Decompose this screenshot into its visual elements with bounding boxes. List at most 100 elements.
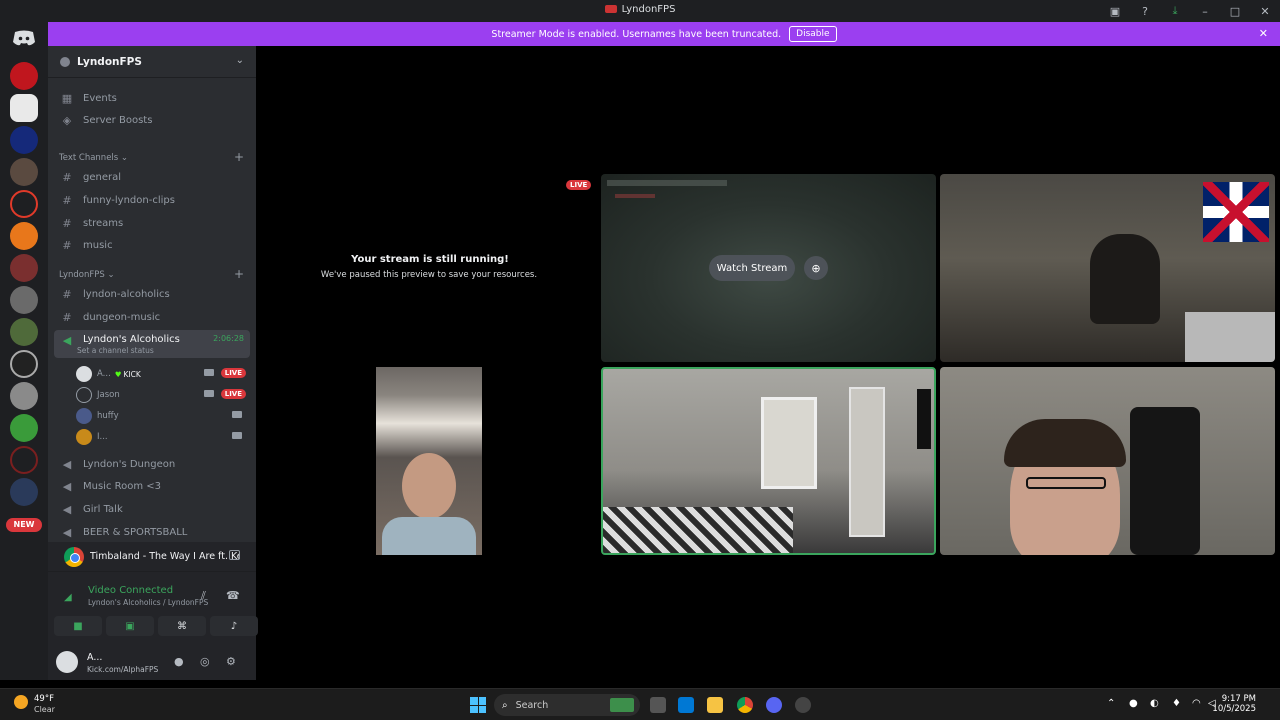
task-view-icon[interactable] (650, 697, 666, 713)
video-tile-selected[interactable] (601, 367, 936, 555)
events-item[interactable]: ▦ Events (54, 88, 250, 108)
tray-icon[interactable]: ◐ (1150, 698, 1159, 709)
close-icon[interactable]: ✕ (1259, 27, 1268, 40)
category-lyndonfps[interactable]: LyndonFPS ⌄ (59, 270, 115, 280)
channel-dungeon-music[interactable]: # dungeon-music (54, 307, 250, 327)
download-icon[interactable]: ⤓ (1160, 0, 1190, 22)
speaker-icon: ◀ (62, 525, 72, 539)
voice-channel[interactable]: ◀ Music Room <3 (54, 476, 250, 496)
add-channel-icon[interactable]: + (234, 150, 244, 164)
speaker-icon: ◀ (62, 457, 72, 471)
channel-lyndon-alcoholics[interactable]: # lyndon-alcoholics (54, 284, 250, 304)
inbox-icon[interactable]: ▣ (1100, 0, 1130, 22)
minimize-button[interactable]: – (1190, 0, 1220, 22)
live-badge: LIVE (566, 180, 592, 190)
gear-icon[interactable]: ⚙ (226, 655, 236, 668)
server-icon[interactable] (10, 126, 38, 154)
voice-location[interactable]: Lyndon's Alcoholics / LyndonFPS (88, 598, 208, 607)
video-tile[interactable] (940, 174, 1275, 362)
voice-user[interactable]: A... ♥ KICK LIVE (76, 364, 248, 384)
video-tile[interactable] (376, 367, 482, 555)
server-icon[interactable] (10, 478, 38, 506)
now-playing-bar[interactable]: Timbaland - The Way I Are ft. Keri Hil..… (48, 542, 256, 572)
close-window-button[interactable]: ✕ (1250, 0, 1280, 22)
server-header[interactable]: LyndonFPS ⌄ (48, 46, 256, 78)
help-icon[interactable]: ? (1130, 0, 1160, 22)
server-icon[interactable] (10, 350, 38, 378)
server-icon[interactable] (10, 318, 38, 346)
app-icon[interactable] (795, 697, 811, 713)
weather-icon[interactable] (14, 695, 28, 709)
disable-button[interactable]: Disable (789, 26, 837, 42)
wifi-icon[interactable]: ◠ (1192, 698, 1201, 709)
server-icon[interactable] (10, 446, 38, 474)
share-icon[interactable] (229, 550, 240, 560)
server-boosts-item[interactable]: ◈ Server Boosts (54, 110, 250, 130)
category-text-channels[interactable]: Text Channels ⌄ (59, 153, 128, 163)
new-badge: NEW (6, 518, 42, 532)
popout-icon[interactable]: ⊕ (804, 256, 828, 280)
add-channel-icon[interactable]: + (234, 267, 244, 281)
server-icon[interactable] (10, 62, 38, 90)
voice-channel[interactable]: ◀ Lyndon's Dungeon (54, 454, 250, 474)
server-icon[interactable] (10, 254, 38, 282)
voice-user[interactable]: huffy (76, 406, 248, 426)
voice-channel[interactable]: ◀ BEER & SPORTSBALL (54, 522, 250, 542)
now-playing-text: Timbaland - The Way I Are ft. Keri Hil..… (90, 551, 240, 562)
camera-button[interactable]: ■ (54, 616, 102, 636)
search-box[interactable]: ⌕ Search (494, 694, 640, 716)
start-icon[interactable] (470, 697, 486, 713)
chevron-down-icon[interactable]: ⌄ (236, 55, 244, 66)
server-icon[interactable] (10, 286, 38, 314)
server-icon[interactable] (10, 94, 38, 122)
server-icon[interactable] (10, 414, 38, 442)
voice-user[interactable]: Jason LIVE (76, 385, 248, 405)
discord-home-icon[interactable] (12, 30, 36, 46)
server-icon[interactable] (10, 158, 38, 186)
clock[interactable]: 9:17 PM 10/5/2025 (1212, 694, 1256, 714)
channel-music[interactable]: # music (54, 235, 250, 255)
app-icon (604, 5, 617, 13)
activities-button[interactable]: ⌘ (158, 616, 206, 636)
user-name[interactable]: A... (87, 652, 102, 663)
tray-icon[interactable]: ● (1129, 698, 1138, 709)
voice-channel-active[interactable]: ◀ Lyndon's Alcoholics 2:06:28 Set a chan… (54, 330, 250, 358)
streamer-mode-banner: Streamer Mode is enabled. Usernames have… (48, 22, 1280, 46)
weather-temp[interactable]: 49°F (34, 694, 54, 704)
chrome-icon[interactable] (737, 697, 753, 713)
server-icon[interactable] (10, 222, 38, 250)
hash-icon: # (62, 170, 72, 184)
microphone-icon[interactable]: ♦ (1172, 698, 1181, 709)
weather-condition[interactable]: Clear (34, 705, 55, 714)
voice-status[interactable]: Video Connected (88, 585, 173, 596)
calendar-icon: ▦ (61, 91, 73, 105)
avatar[interactable] (56, 651, 78, 673)
server-name: LyndonFPS (77, 56, 142, 68)
server-icon[interactable] (10, 382, 38, 410)
chrome-icon (64, 546, 84, 567)
flag-image (1203, 182, 1269, 242)
voice-user[interactable]: I... (76, 427, 248, 447)
file-explorer-icon[interactable] (707, 697, 723, 713)
channel-funny-lyndon-clips[interactable]: # funny-lyndon-clips (54, 190, 250, 210)
voice-channel[interactable]: ◀ Girl Talk (54, 499, 250, 519)
maximize-button[interactable]: □ (1220, 0, 1250, 22)
channel-general[interactable]: # general (54, 167, 250, 187)
bed-image (1185, 312, 1275, 362)
store-icon[interactable] (678, 697, 694, 713)
discord-icon[interactable] (766, 697, 782, 713)
video-tile[interactable] (940, 367, 1275, 555)
channel-streams[interactable]: # streams (54, 213, 250, 233)
channel-status[interactable]: Set a channel status (77, 346, 154, 355)
disconnect-icon[interactable]: ☎ (226, 589, 240, 602)
microphone-icon[interactable]: ● (174, 655, 184, 668)
signal-icon[interactable]: ◢ (64, 592, 72, 603)
server-icon[interactable] (10, 190, 38, 218)
noise-suppression-icon[interactable]: ⫽ (201, 589, 206, 603)
soundboard-button[interactable]: ♪ (210, 616, 258, 636)
screen-share-button[interactable]: ▣ (106, 616, 154, 636)
chevron-up-icon[interactable]: ⌃ (1107, 698, 1115, 709)
game-hud (615, 194, 655, 198)
headphones-icon[interactable]: ◎ (200, 655, 210, 668)
watch-stream-button[interactable]: Watch Stream (709, 255, 795, 281)
